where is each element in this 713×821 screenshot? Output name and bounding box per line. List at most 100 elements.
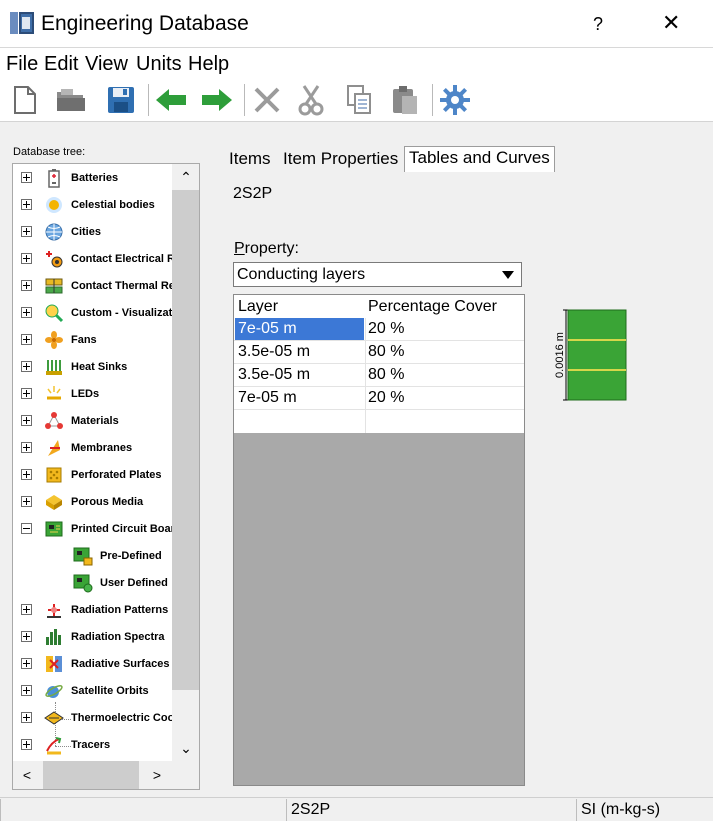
menu-help[interactable]: Help	[188, 52, 229, 76]
tree-item-perforated-plates[interactable]: Perforated Plates	[13, 462, 173, 488]
expand-icon[interactable]	[21, 415, 32, 426]
back-arrow-icon[interactable]	[154, 83, 188, 117]
tree-item-label: User Defined	[100, 577, 168, 589]
column-header-layer[interactable]: Layer	[238, 297, 278, 317]
table-row[interactable]: 7e-05 m 20 %	[234, 387, 524, 410]
scroll-down-icon[interactable]: ⌄	[172, 735, 199, 761]
tree-item-porous-media[interactable]: Porous Media	[13, 489, 173, 515]
tree-item-satellite-orbits[interactable]: Satellite Orbits	[13, 678, 173, 704]
expand-icon[interactable]	[21, 199, 32, 210]
expand-icon[interactable]	[21, 496, 32, 507]
close-button[interactable]: ✕	[662, 10, 680, 36]
paste-icon[interactable]	[388, 83, 422, 117]
table-row[interactable]: 3.5e-05 m 80 %	[234, 341, 524, 364]
expand-icon[interactable]	[21, 631, 32, 642]
radiation-spectra-icon	[46, 629, 61, 645]
tree-item-label: Fans	[71, 334, 97, 346]
column-header-percentage-cover[interactable]: Percentage Cover	[368, 297, 497, 317]
tree-item-radiation-spectra[interactable]: Radiation Spectra	[13, 624, 173, 650]
cell-layer[interactable]: 7e-05 m	[235, 387, 364, 409]
scroll-thumb[interactable]	[172, 190, 199, 690]
menu-edit[interactable]: Edit	[44, 52, 78, 76]
tree-item-celestial-bodies[interactable]: Celestial bodies	[13, 192, 173, 218]
menu-view[interactable]: View	[85, 52, 128, 76]
tree-item-materials[interactable]: Materials	[13, 408, 173, 434]
expand-icon[interactable]	[21, 739, 32, 750]
tree-item-custom-visualization[interactable]: Custom - Visualizati	[13, 300, 175, 326]
scroll-up-icon[interactable]: ⌃	[172, 164, 199, 190]
tree-horizontal-scrollbar[interactable]: < >	[13, 761, 199, 789]
tab-tables-and-curves[interactable]: Tables and Curves	[404, 146, 555, 172]
expand-icon[interactable]	[21, 469, 32, 480]
tree-item-batteries[interactable]: Batteries	[13, 165, 173, 191]
tab-item-properties[interactable]: Item Properties	[279, 148, 402, 172]
expand-icon[interactable]	[21, 388, 32, 399]
tree-item-contact-electrical[interactable]: Contact Electrical R	[13, 246, 175, 272]
expand-icon[interactable]	[21, 361, 32, 372]
expand-icon[interactable]	[21, 172, 32, 183]
expand-icon[interactable]	[21, 658, 32, 669]
scroll-right-icon[interactable]: >	[143, 761, 171, 789]
tree-item-cities[interactable]: Cities	[13, 219, 173, 245]
tree-item-label: Membranes	[71, 442, 133, 454]
expand-icon[interactable]	[21, 442, 32, 453]
new-file-icon[interactable]	[8, 83, 42, 117]
layers-table[interactable]: Layer Percentage Cover 7e-05 m 20 % 3.5e…	[233, 294, 525, 786]
tree-item-leds[interactable]: LEDs	[13, 381, 173, 407]
item-name: 2S2P	[233, 185, 273, 202]
tree-item-label: Perforated Plates	[71, 469, 162, 481]
tree-item-radiation-patterns[interactable]: Radiation Patterns	[13, 597, 173, 623]
expand-icon[interactable]	[21, 685, 32, 696]
radiation-pattern-icon	[47, 604, 61, 618]
expand-icon[interactable]	[21, 253, 32, 264]
help-button[interactable]: ?	[593, 12, 603, 36]
cell-layer[interactable]: 7e-05 m	[235, 318, 364, 340]
menu-units[interactable]: Units	[136, 52, 182, 76]
tree-item-tracers[interactable]: Tracers	[13, 732, 173, 758]
tab-items[interactable]: Items	[225, 148, 275, 172]
tree-item-label: LEDs	[71, 388, 100, 400]
delete-icon[interactable]	[250, 83, 284, 117]
tree-vertical-scrollbar[interactable]: ⌃ ⌄	[172, 164, 199, 761]
cell-layer[interactable]: 3.5e-05 m	[235, 341, 364, 363]
expand-icon[interactable]	[21, 226, 32, 237]
cut-icon[interactable]	[294, 83, 328, 117]
database-tree[interactable]: Batteries Celestial bodies Cities Contac…	[12, 163, 200, 790]
materials-icon	[45, 412, 63, 429]
radiative-surface-icon	[46, 656, 62, 672]
cell-layer[interactable]: 3.5e-05 m	[235, 364, 364, 386]
menu-file[interactable]: File	[6, 52, 38, 76]
tree-item-fans[interactable]: Fans	[13, 327, 173, 353]
forward-arrow-icon[interactable]	[200, 83, 234, 117]
tree-item-membranes[interactable]: Membranes	[13, 435, 173, 461]
status-bar: 2S2P SI (m-kg-s)	[0, 797, 713, 821]
property-dropdown[interactable]: Conducting layers	[233, 262, 522, 287]
cell-cover[interactable]: 80 %	[368, 341, 518, 363]
scroll-left-icon[interactable]: <	[13, 761, 41, 789]
tree-item-heat-sinks[interactable]: Heat Sinks	[13, 354, 173, 380]
tree-item-printed-circuit-boards[interactable]: Printed Circuit Boar	[13, 516, 175, 542]
expand-icon[interactable]	[21, 334, 32, 345]
toolbar	[0, 78, 713, 122]
app-icon	[10, 12, 34, 34]
tree-item-radiative-surfaces[interactable]: Radiative Surfaces	[13, 651, 173, 677]
window-title: Engineering Database	[41, 12, 249, 35]
expand-icon[interactable]	[21, 307, 32, 318]
chevron-down-icon[interactable]	[495, 263, 521, 286]
tree-item-thermoelectric-coolers[interactable]: Thermoelectric Coo	[13, 705, 174, 731]
table-row[interactable]: 3.5e-05 m 80 %	[234, 364, 524, 387]
collapse-icon[interactable]	[21, 523, 32, 534]
tree-item-contact-thermal[interactable]: Contact Thermal Re	[13, 273, 175, 299]
horizontal-scroll-thumb[interactable]	[43, 761, 139, 789]
expand-icon[interactable]	[21, 604, 32, 615]
settings-gear-icon[interactable]	[438, 83, 472, 117]
expand-icon[interactable]	[21, 280, 32, 291]
expand-icon[interactable]	[21, 712, 32, 723]
cell-cover[interactable]: 20 %	[368, 387, 518, 409]
cell-cover[interactable]: 80 %	[368, 364, 518, 386]
cell-cover[interactable]: 20 %	[368, 318, 518, 340]
copy-icon[interactable]	[342, 83, 376, 117]
table-row[interactable]: 7e-05 m 20 %	[234, 318, 524, 341]
open-folder-icon[interactable]	[54, 83, 88, 117]
save-icon[interactable]	[104, 83, 138, 117]
